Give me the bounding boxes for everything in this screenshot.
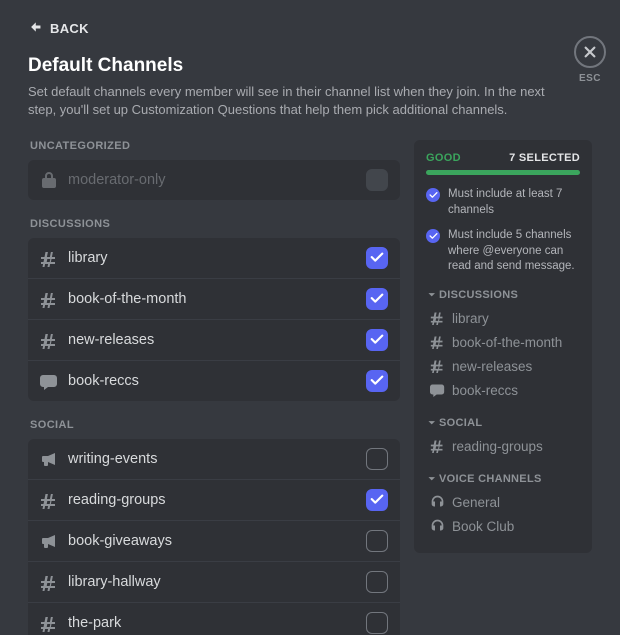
channel-row[interactable]: writing-events [28, 439, 400, 480]
channel-row[interactable]: book-reccs [28, 361, 400, 401]
page-title: Default Channels [28, 55, 592, 77]
back-button[interactable]: BACK [28, 20, 89, 37]
hash-icon [40, 290, 58, 308]
channel-name: reading-groups [68, 492, 356, 508]
summary-channel-name: book-reccs [452, 383, 518, 398]
summary-channel: new-releases [426, 355, 580, 379]
chevron-down-icon [426, 289, 435, 301]
channel-row[interactable]: the-park [28, 603, 400, 635]
summary-channel: book-reccs [426, 379, 580, 403]
channel-list: library book-of-the-month new-releases book… [28, 238, 400, 401]
megaphone-icon [40, 450, 58, 468]
channel-name: book-giveaways [68, 533, 356, 549]
channel-name: moderator-only [68, 172, 356, 188]
close-button[interactable]: ESC [574, 36, 606, 84]
summary-category-label[interactable]: SOCIAL [426, 417, 580, 429]
channel-name: new-releases [68, 332, 356, 348]
summary-channel-name: Book Club [452, 519, 514, 534]
megaphone-icon [40, 532, 58, 550]
requirement-text: Must include 5 channels where @everyone … [448, 228, 580, 275]
hash-icon [40, 491, 58, 509]
channel-checkbox[interactable] [366, 612, 388, 634]
chat-icon [40, 372, 58, 390]
requirement-text: Must include at least 7 channels [448, 187, 580, 218]
channel-list: moderator-only [28, 160, 400, 200]
channel-name: the-park [68, 615, 356, 631]
hash-icon [430, 438, 445, 456]
summary-channel-name: book-of-the-month [452, 335, 562, 350]
requirement-item: Must include 5 channels where @everyone … [426, 228, 580, 275]
summary-progress-bar [426, 170, 580, 175]
chevron-down-icon [426, 473, 435, 485]
channel-name: book-of-the-month [68, 291, 356, 307]
summary-category-label[interactable]: DISCUSSIONS [426, 289, 580, 301]
check-icon [426, 188, 440, 202]
hash-icon [430, 334, 445, 352]
back-label: BACK [50, 21, 89, 36]
channel-name: library [68, 250, 356, 266]
hash-icon [40, 614, 58, 632]
channel-list: writing-events reading-groups book-giveawa… [28, 439, 400, 635]
channel-checkbox [366, 169, 388, 191]
channel-checkbox[interactable] [366, 448, 388, 470]
summary-channel-name: new-releases [452, 359, 532, 374]
summary-channel-name: library [452, 311, 489, 326]
channel-row[interactable]: book-giveaways [28, 521, 400, 562]
channels-column: UNCATEGORIZED moderator-only DISCUSSIONS li… [28, 140, 400, 635]
requirement-item: Must include at least 7 channels [426, 187, 580, 218]
summary-channel-name: General [452, 495, 500, 510]
hash-icon [40, 331, 58, 349]
summary-selected-count: 7 SELECTED [509, 152, 580, 164]
summary-channel: reading-groups [426, 435, 580, 459]
hash-icon [40, 573, 58, 591]
summary-channel: library [426, 307, 580, 331]
channel-row[interactable]: reading-groups [28, 480, 400, 521]
page-description: Set default channels every member will s… [28, 83, 548, 118]
category-label: DISCUSSIONS [30, 218, 400, 230]
summary-panel: GOOD 7 SELECTED Must include at least 7 … [414, 140, 592, 553]
chevron-down-icon [426, 417, 435, 429]
channel-row[interactable]: new-releases [28, 320, 400, 361]
voice-icon [430, 494, 445, 512]
channel-checkbox[interactable] [366, 489, 388, 511]
channel-row[interactable]: library-hallway [28, 562, 400, 603]
channel-name: library-hallway [68, 574, 356, 590]
channel-checkbox[interactable] [366, 329, 388, 351]
channel-checkbox[interactable] [366, 247, 388, 269]
hash-icon [430, 358, 445, 376]
arrow-left-icon [28, 20, 42, 37]
channel-row[interactable]: library [28, 238, 400, 279]
channel-checkbox[interactable] [366, 530, 388, 552]
channel-name: book-reccs [68, 373, 356, 389]
channel-row[interactable]: book-of-the-month [28, 279, 400, 320]
category-label: UNCATEGORIZED [30, 140, 400, 152]
summary-channel: General [426, 491, 580, 515]
hash-icon [40, 249, 58, 267]
summary-channel-name: reading-groups [452, 439, 543, 454]
hash-icon [430, 310, 445, 328]
voice-icon [430, 518, 445, 536]
close-icon [574, 36, 606, 68]
summary-channel: Book Club [426, 515, 580, 539]
channel-checkbox[interactable] [366, 370, 388, 392]
summary-status: GOOD [426, 152, 461, 164]
chat-icon [430, 382, 445, 400]
check-icon [426, 229, 440, 243]
summary-category-label[interactable]: VOICE CHANNELS [426, 473, 580, 485]
summary-channel: book-of-the-month [426, 331, 580, 355]
lock-icon [40, 171, 58, 189]
category-label: SOCIAL [30, 419, 400, 431]
channel-checkbox[interactable] [366, 571, 388, 593]
channel-row: moderator-only [28, 160, 400, 200]
channel-checkbox[interactable] [366, 288, 388, 310]
esc-label: ESC [579, 73, 601, 84]
channel-name: writing-events [68, 451, 356, 467]
